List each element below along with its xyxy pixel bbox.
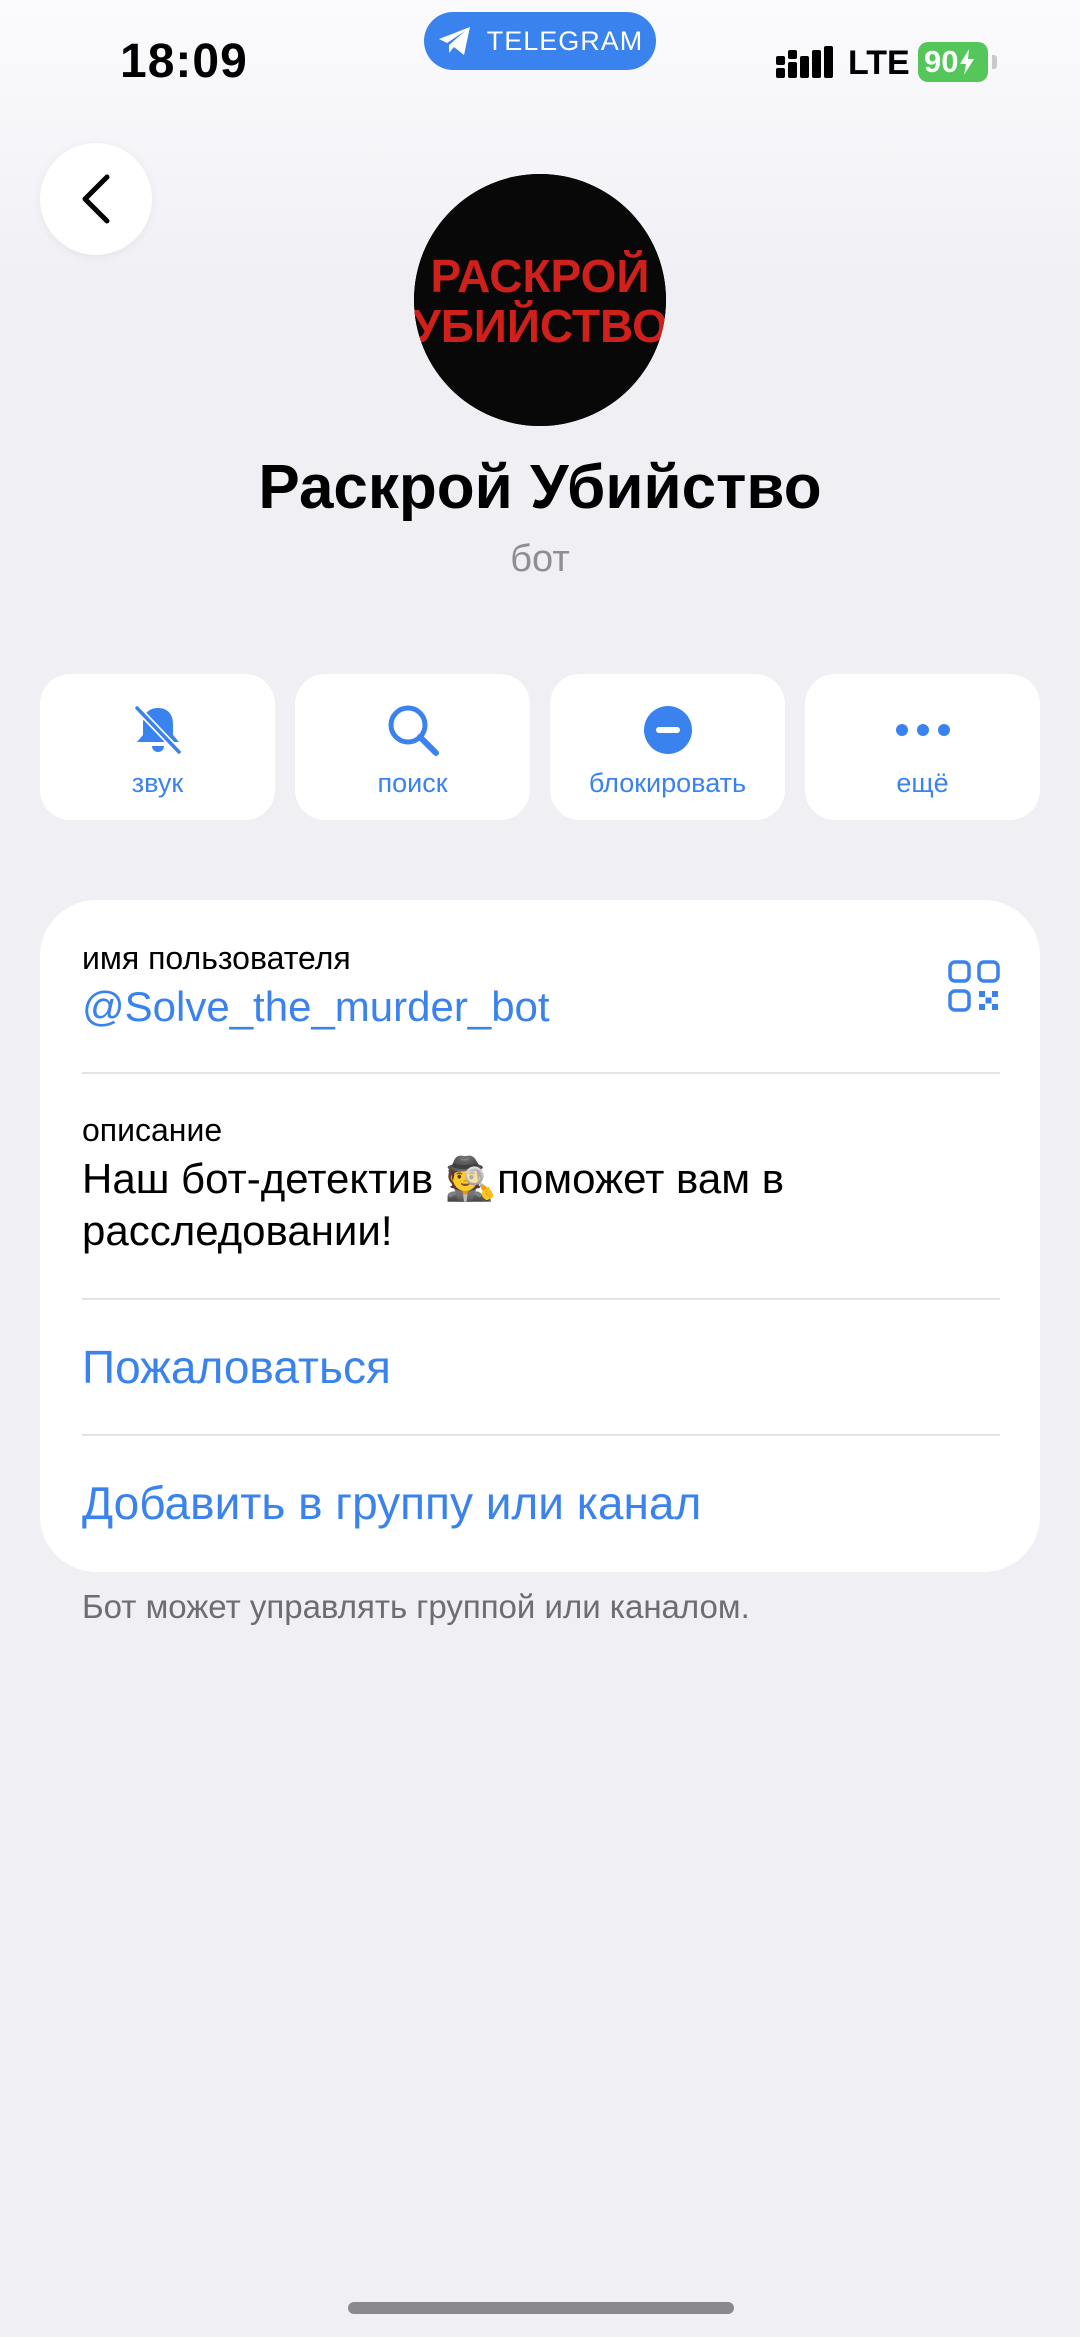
avatar-text-line1: РАСКРОЙ [431, 250, 650, 302]
search-label: поиск [377, 768, 448, 798]
divider [82, 1434, 1000, 1436]
profile-type: бот [510, 538, 570, 580]
charging-bolt-icon [960, 49, 975, 75]
username-row[interactable]: имя пользователя @Solve_the_murder_bot [82, 940, 1000, 1031]
username-caption: имя пользователя [82, 940, 351, 976]
telegram-pill[interactable]: TELEGRAM [424, 12, 656, 70]
divider [82, 1072, 1000, 1074]
qr-code-icon [948, 960, 1000, 1012]
bell-muted-icon [133, 705, 182, 755]
more-icon [895, 724, 950, 736]
description-row: описание Наш бот-детектив 🕵️поможет вам … [82, 1112, 1000, 1257]
telegram-pill-label: TELEGRAM [486, 25, 644, 56]
username-value[interactable]: @Solve_the_murder_bot [82, 983, 1000, 1031]
action-bar: звук поиск блокировать ещё [40, 674, 1040, 820]
avatar-text-line2: УБИЙСТВО [414, 300, 666, 352]
add-to-group-button[interactable]: Добавить в группу или канал [82, 1476, 1000, 1530]
battery-icon: 90 [918, 42, 988, 82]
search-button[interactable]: поиск [295, 674, 530, 820]
chevron-left-icon [82, 174, 110, 224]
signal-icon [776, 46, 833, 78]
bot-avatar[interactable]: РАСКРОЙ УБИЙСТВО [414, 174, 666, 426]
mute-label: звук [131, 768, 184, 798]
telegram-plane-icon [438, 27, 470, 55]
search-icon [388, 705, 439, 756]
back-button[interactable] [40, 143, 152, 255]
footnote: Бот может управлять группой или каналом. [82, 1588, 750, 1625]
mute-button[interactable]: звук [40, 674, 275, 820]
divider [82, 1298, 1000, 1300]
home-indicator[interactable] [348, 2302, 734, 2314]
block-icon [643, 706, 692, 754]
more-label: ещё [896, 768, 949, 798]
more-button[interactable]: ещё [805, 674, 1040, 820]
block-label: блокировать [588, 768, 747, 798]
network-type: LTE [848, 44, 910, 82]
info-card: имя пользователя @Solve_the_murder_bot о… [40, 900, 1040, 1572]
description-line1: Наш бот-детектив 🕵️поможет вам в [82, 1155, 785, 1202]
qr-code-button[interactable] [948, 960, 1000, 1017]
block-button[interactable]: блокировать [550, 674, 785, 820]
battery-level: 90 [924, 44, 959, 79]
description-caption: описание [82, 1112, 223, 1148]
description-line2: расследовании! [82, 1207, 393, 1254]
avatar-logo: РАСКРОЙ УБИЙСТВО [414, 174, 666, 426]
report-button[interactable]: Пожаловаться [82, 1340, 1000, 1394]
status-time: 18:09 [120, 35, 248, 88]
profile-name: Раскрой Убийство [258, 453, 822, 522]
battery-nub [992, 55, 997, 69]
